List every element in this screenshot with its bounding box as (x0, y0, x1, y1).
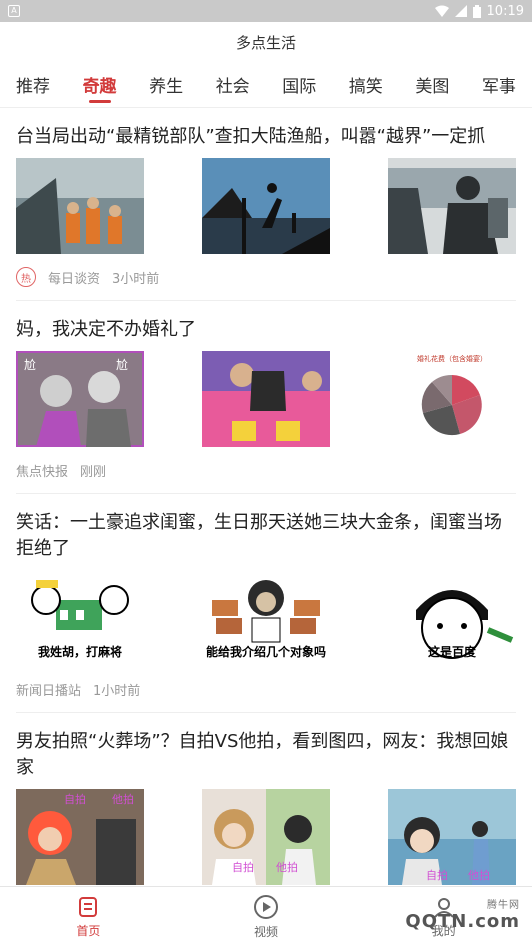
article-thumbnail[interactable]: 自拍 他拍 (202, 789, 330, 885)
article-thumbnail[interactable]: 能给我介绍几个对象吗 (202, 570, 330, 666)
tab-military[interactable]: 军事 (482, 62, 516, 108)
wifi-icon (434, 5, 449, 17)
photo-label: 自拍 (64, 792, 86, 806)
article-card[interactable]: 妈，我决定不办婚礼了 尬尬 婚礼花费（包含婚宴） 焦点快报 刚刚 (16, 301, 516, 494)
photo-label: 自拍 (232, 860, 254, 874)
article-card[interactable]: 台当局出动“最精锐部队”查扣大陆渔船，叫嚣“越界”一定抓 热 每日谈资 3小时前 (16, 108, 516, 301)
article-time: 1小时前 (93, 683, 141, 699)
app-title: 多点生活 (235, 33, 296, 52)
article-title[interactable]: 男友拍照“火葬场”？自拍VS他拍，看到图四，网友：我想回娘家 (16, 713, 516, 781)
image-caption: 能给我介绍几个对象吗 (205, 645, 326, 659)
category-tabs: 推荐 奇趣 养生 社会 国际 搞笑 美图 军事 (0, 62, 532, 108)
nav-home-label: 首页 (76, 923, 101, 938)
article-title[interactable]: 台当局出动“最精锐部队”查扣大陆渔船，叫嚣“越界”一定抓 (16, 108, 516, 150)
article-images: 尬尬 婚礼花费（包含婚宴） (16, 351, 516, 447)
image-caption: 我姓胡，打麻将 (37, 645, 122, 659)
article-thumbnail[interactable]: 尬尬 (16, 351, 144, 447)
article-images: 我姓胡，打麻将 能给我介绍几个对象吗 这是百度 (16, 570, 516, 666)
photo-label: 他拍 (468, 868, 490, 882)
news-feed: 台当局出动“最精锐部队”查扣大陆渔船，叫嚣“越界”一定抓 热 每日谈资 3小时前… (0, 108, 532, 885)
tab-photos[interactable]: 美图 (415, 62, 449, 108)
article-meta: 热 每日谈资 3小时前 (16, 254, 516, 300)
article-time: 3小时前 (112, 271, 160, 287)
home-icon (79, 896, 98, 917)
watermark-text: QQTN.com (405, 911, 520, 932)
nav-video-label: 视频 (253, 924, 278, 939)
article-thumbnail[interactable]: 我姓胡，打麻将 (16, 570, 144, 666)
watermark-sub: 腾牛网 (487, 900, 520, 911)
tab-society[interactable]: 社会 (216, 62, 250, 108)
tab-curious[interactable]: 奇趣 (83, 62, 117, 108)
article-card[interactable]: 笑话：一土豪追求闺蜜，生日那天送她三块大金条，闺蜜当场拒绝了 我姓胡，打麻将 能… (16, 494, 516, 713)
hot-badge-icon: 热 (16, 267, 36, 287)
article-thumbnail[interactable] (202, 158, 330, 254)
article-thumbnail[interactable]: 婚礼花费（包含婚宴） (388, 351, 516, 447)
article-source: 焦点快报 (16, 464, 69, 480)
tab-recommend[interactable]: 推荐 (16, 62, 50, 108)
svg-text:尬: 尬 (116, 357, 128, 372)
nav-home[interactable]: 首页 (76, 895, 100, 939)
article-card[interactable]: 男友拍照“火葬场”？自拍VS他拍，看到图四，网友：我想回娘家 自拍 他拍 自拍 他拍… (16, 713, 516, 885)
article-thumbnail[interactable]: 自拍 他拍 (388, 789, 516, 885)
article-time: 刚刚 (80, 464, 107, 480)
photo-label: 自拍 (426, 868, 448, 882)
article-title[interactable]: 妈，我决定不办婚礼了 (16, 301, 516, 343)
tab-funny[interactable]: 搞笑 (349, 62, 383, 108)
tab-international[interactable]: 国际 (282, 62, 316, 108)
article-thumbnail[interactable]: 这是百度 (388, 570, 516, 666)
article-thumbnail[interactable] (388, 158, 516, 254)
video-play-icon (254, 894, 278, 919)
photo-label: 他拍 (276, 860, 298, 874)
app-notification-icon: A (8, 5, 20, 17)
tab-health[interactable]: 养生 (149, 62, 183, 108)
photo-label: 他拍 (112, 792, 134, 806)
article-images: 自拍 他拍 自拍 他拍 自拍 他拍 (16, 789, 516, 885)
article-thumbnail[interactable] (202, 351, 330, 447)
battery-icon (472, 4, 481, 18)
nav-video[interactable]: 视频 (253, 894, 279, 940)
article-images (16, 158, 516, 254)
site-watermark: 腾牛网 QQTN.com (405, 896, 520, 932)
article-source: 每日谈资 (48, 271, 101, 287)
clock: 10:19 (486, 3, 524, 19)
article-meta: 新闻日播站 1小时前 (16, 666, 516, 712)
article-meta: 焦点快报 刚刚 (16, 447, 516, 493)
svg-text:尬: 尬 (24, 357, 36, 372)
article-thumbnail[interactable] (16, 158, 144, 254)
app-header: 多点生活 (0, 22, 532, 62)
article-thumbnail[interactable]: 自拍 他拍 (16, 789, 144, 885)
pie-title: 婚礼花费（包含婚宴） (417, 354, 487, 363)
status-bar: A 10:19 (0, 0, 532, 22)
signal-icon (454, 5, 467, 17)
article-title[interactable]: 笑话：一土豪追求闺蜜，生日那天送她三块大金条，闺蜜当场拒绝了 (16, 494, 516, 562)
article-source: 新闻日播站 (16, 683, 82, 699)
image-caption: 这是百度 (427, 645, 476, 659)
